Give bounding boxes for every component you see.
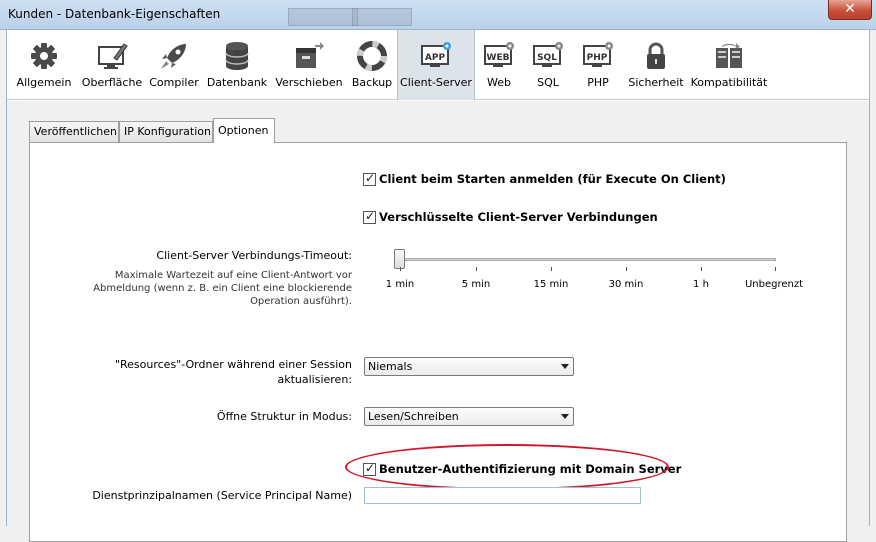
select-value: Lesen/Schreiben: [368, 410, 459, 423]
icon-text: WEB: [487, 53, 510, 63]
slider-tick-label: 1 min: [385, 279, 415, 290]
timeout-hint-line: Abmeldung (wenn z. B. ein Client eine bl…: [93, 283, 352, 294]
timeout-slider-thumb[interactable]: [394, 249, 405, 269]
chevron-down-icon: [561, 364, 569, 369]
resources-label-line: aktualisieren:: [277, 373, 352, 386]
toolbar-item-label: PHP: [587, 76, 609, 89]
toolbar-item-web[interactable]: WEB Web: [477, 30, 521, 100]
structure-mode-select[interactable]: Lesen/Schreiben: [364, 407, 574, 426]
app-server-icon: APP: [421, 42, 451, 67]
structure-mode-label: Öffne Struktur in Modus:: [216, 410, 352, 423]
toolbar-item-client-server[interactable]: APP Client-Server: [397, 30, 475, 100]
toolbar-item-label: SQL: [537, 76, 559, 89]
toolbar-item-sicherheit[interactable]: Sicherheit: [625, 30, 687, 100]
toolbar-item-sql[interactable]: SQL SQL: [525, 30, 571, 100]
chevron-down-icon: [561, 414, 569, 419]
toolbar-item-backup[interactable]: Backup: [347, 30, 397, 100]
window-body: Allgemein Oberfläche Compiler Datenbank …: [6, 30, 870, 542]
toolbar-item-allgemein[interactable]: Allgemein: [11, 30, 77, 100]
encrypted-connections-option[interactable]: ✓ Verschlüsselte Client-Server Verbindung…: [363, 208, 658, 226]
rocket-icon: [161, 44, 186, 69]
icon-text: SQL: [537, 53, 557, 63]
window-title: Kunden - Datenbank-Eigenschaften: [8, 7, 221, 21]
toolbar-item-label: Compiler: [149, 76, 199, 89]
tab-label: Veröffentlichen: [34, 125, 117, 138]
content-area: Veröffentlichen IP Konfiguration Optione…: [7, 101, 869, 542]
tab-label: Optionen: [218, 124, 269, 137]
background-window-ghost: [352, 8, 412, 26]
sql-server-icon: SQL: [533, 42, 563, 67]
timeout-label: Client-Server Verbindungs-Timeout:: [156, 249, 352, 262]
slider-tick-label: 5 min: [461, 279, 491, 290]
title-bar[interactable]: Kunden - Datenbank-Eigenschaften ✕: [0, 0, 876, 30]
timeout-hint-line: Operation ausführt).: [250, 296, 352, 307]
toolbar-item-kompatibilitaet[interactable]: Kompatibilität: [689, 30, 769, 100]
slider-tick-label: 30 min: [608, 279, 644, 290]
resources-label-line: "Resources"-Ordner während einer Session: [114, 358, 352, 371]
tab-veroeffentlichen[interactable]: Veröffentlichen: [29, 121, 119, 142]
toolbar-item-oberflaeche[interactable]: Oberfläche: [79, 30, 145, 100]
spn-input[interactable]: [364, 487, 641, 504]
toolbar-item-verschieben[interactable]: Verschieben: [273, 30, 345, 100]
toolbar-item-label: Kompatibilität: [690, 76, 768, 89]
php-server-icon: PHP: [583, 42, 613, 67]
slider-tick: [400, 267, 401, 271]
slider-tick-label: Unbegrenzt: [744, 279, 804, 290]
toolbar-item-compiler[interactable]: Compiler: [145, 30, 203, 100]
resources-select[interactable]: Niemals: [364, 357, 574, 376]
timeout-slider-track[interactable]: [400, 258, 776, 261]
close-icon: ✕: [844, 1, 856, 17]
background-window-ghost: [288, 8, 358, 26]
slider-tick: [701, 267, 702, 271]
login-on-start-option[interactable]: ✓ Client beim Starten anmelden (für Execu…: [363, 170, 726, 188]
tab-optionen[interactable]: Optionen: [213, 118, 275, 143]
slider-tick: [775, 267, 776, 271]
tab-label: IP Konfiguration: [124, 125, 211, 138]
icon-text: PHP: [587, 53, 608, 63]
toolbar-item-label: Sicherheit: [628, 76, 684, 89]
toolbar-item-label: Datenbank: [206, 76, 268, 89]
icon-text: APP: [425, 53, 446, 63]
slider-tick: [476, 267, 477, 271]
database-icon: [225, 42, 249, 70]
timeout-hint: Maximale Wartezeit auf eine Client-Antwo…: [93, 269, 352, 308]
toolbar-item-label: Verschieben: [275, 76, 343, 89]
checkmark-icon: ✓: [365, 170, 376, 185]
encrypted-connections-checkbox[interactable]: ✓: [363, 208, 376, 224]
close-button[interactable]: ✕: [828, 0, 872, 20]
compatibility-icon: [716, 43, 742, 68]
timeout-hint-line: Maximale Wartezeit auf eine Client-Antwo…: [114, 270, 352, 281]
lifebuoy-icon: [357, 41, 387, 71]
toolbar-item-label: Oberfläche: [81, 76, 143, 89]
toolbar-item-label: Allgemein: [16, 76, 72, 89]
gear-icon: [31, 43, 57, 69]
checkbox-label: Client beim Starten anmelden (für Execut…: [379, 172, 726, 186]
checkmark-icon: ✓: [365, 208, 376, 223]
slider-tick-label: 15 min: [533, 279, 569, 290]
resources-label: "Resources"-Ordner während einer Session…: [115, 357, 352, 387]
padlock-icon: [647, 42, 665, 69]
slider-tick: [626, 267, 627, 271]
toolbar-item-label: Web: [487, 76, 511, 89]
options-panel: ✓ Client beim Starten anmelden (für Execu…: [29, 142, 847, 542]
toolbar-item-label: Client-Server: [400, 76, 472, 89]
checkbox-label: Verschlüsselte Client-Server Verbindunge…: [379, 210, 658, 224]
highlight-ellipse: [345, 444, 669, 490]
web-server-icon: WEB: [484, 42, 514, 67]
spn-label: Dienstprinzipalnamen (Service Principal …: [92, 489, 352, 502]
slider-tick: [551, 267, 552, 271]
toolbar: Allgemein Oberfläche Compiler Datenbank …: [7, 30, 869, 100]
tab-ip-konfiguration[interactable]: IP Konfiguration: [119, 121, 213, 142]
monitor-pen-icon: [98, 43, 128, 69]
toolbar-item-datenbank[interactable]: Datenbank: [205, 30, 269, 100]
toolbar-item-label: Backup: [351, 76, 393, 89]
select-value: Niemals: [368, 360, 413, 373]
toolbar-item-php[interactable]: PHP PHP: [575, 30, 621, 100]
box-arrow-icon: [296, 42, 324, 68]
login-on-start-checkbox[interactable]: ✓: [363, 170, 376, 186]
slider-tick-label: 1 h: [693, 279, 709, 290]
